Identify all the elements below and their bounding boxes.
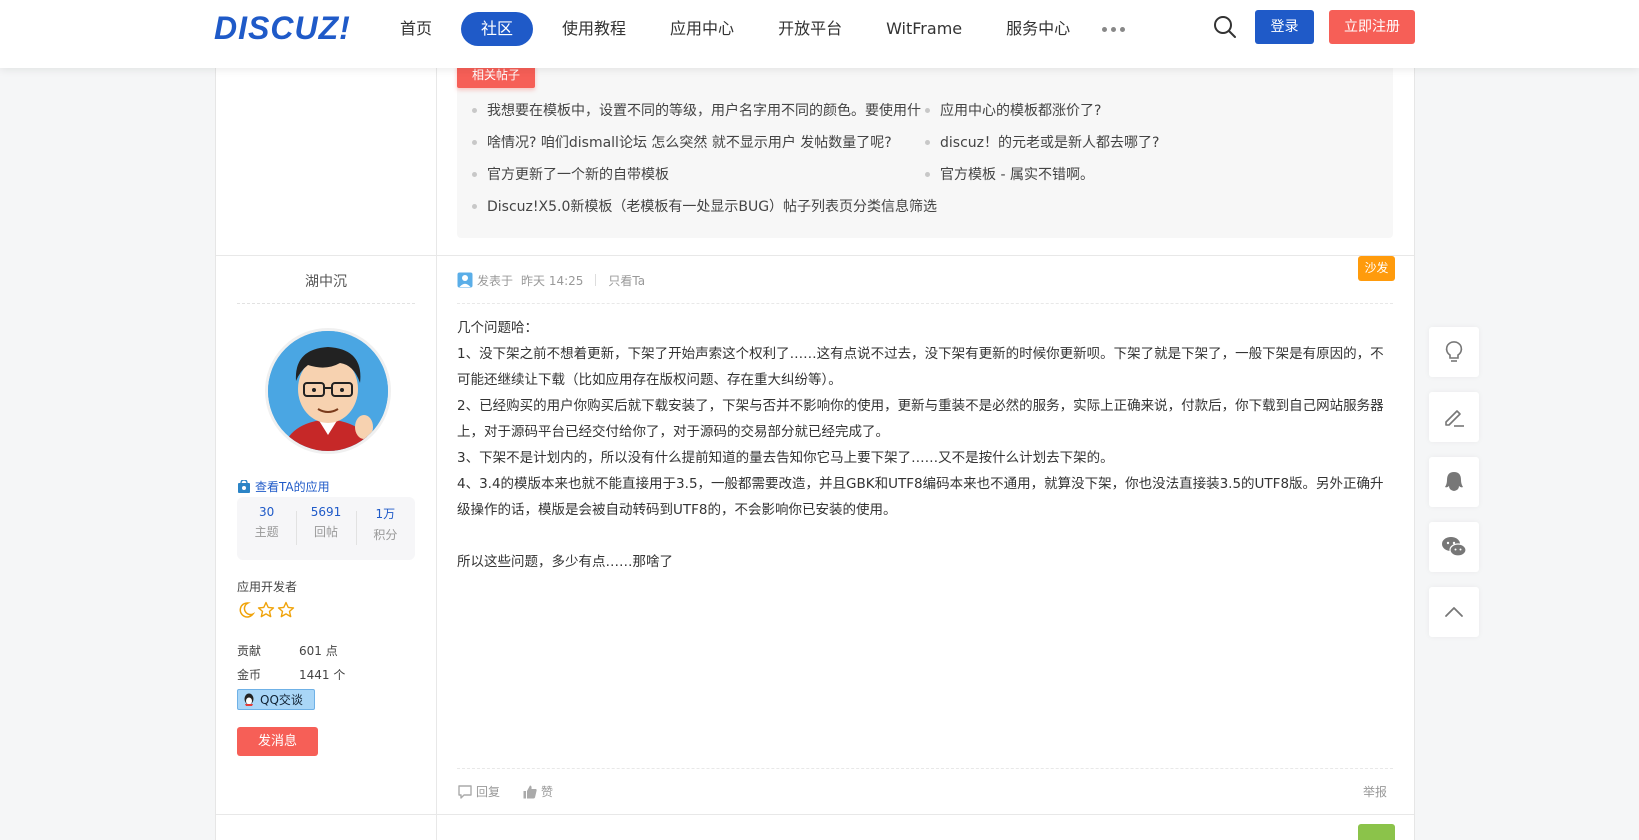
contribution-value: 601 点 [299,644,338,658]
coins-row: 金币 1441 个 [237,666,345,683]
coins-value: 1441 个 [299,668,346,682]
author-separator [237,303,415,304]
post-divider [216,814,1414,815]
stat-value: 30 [259,505,275,519]
like-label: 赞 [541,785,554,799]
post-meta: 发表于 昨天 14:25 只看Ta [457,271,645,289]
posted-label: 发表于 [477,273,514,288]
nav-app-center[interactable]: 应用中心 [655,12,749,46]
post-paragraph: 3、下架不是计划内的，所以没有什么提前知道的量去告知你它马上要下架了……又不是按… [457,450,1114,466]
floor-badge[interactable]: 沙发 [1358,256,1395,281]
like-button[interactable]: 赞 [522,783,553,800]
search-icon[interactable] [1211,13,1239,41]
stat-label: 回帖 [313,525,338,539]
nav-tutorials[interactable]: 使用教程 [547,12,641,46]
qq-penguin-icon [1445,472,1463,491]
chevron-up-icon [1445,607,1463,617]
post-paragraph: 几个问题哈： [457,320,538,336]
contribution-row: 贡献 601 点 [237,642,338,659]
more-icon[interactable] [1099,12,1127,46]
wechat-button[interactable] [1429,522,1479,572]
avatar[interactable] [265,328,391,454]
related-post-link[interactable]: 官方更新了一个新的自带模板 [472,164,669,184]
view-apps-link[interactable]: 查看TA的应用 [237,478,330,495]
register-button[interactable]: 立即注册 [1329,10,1415,44]
related-post-link[interactable]: 应用中心的模板都涨价了? [924,100,1101,120]
lightbulb-icon [1445,341,1463,362]
qq-chat-button[interactable]: QQ交谈 [237,689,315,710]
related-post-link[interactable]: Discuz!X5.0新模板（老模板有一处显示BUG）帖子列表页分类信息筛选 [471,196,937,216]
post-paragraph [457,523,1393,549]
stat-credits[interactable]: 1万 积分 [355,497,415,560]
nav-service-center[interactable]: 服务中心 [991,12,1085,46]
nav-home[interactable]: 首页 [385,12,447,46]
thread-container: 相关帖子 我想要在模板中，设置不同的等级，用户名字用不同的颜色。要使用什 应用中… [215,60,1415,840]
view-apps-label: 查看TA的应用 [255,480,330,494]
report-link[interactable]: 举报 [1363,783,1387,800]
moon-icon [239,602,255,618]
login-button[interactable]: 登录 [1255,10,1314,44]
pencil-icon [1445,410,1464,427]
post-divider [216,255,1414,256]
related-post-link[interactable]: 官方模板 - 属实不错啊。 [925,164,1094,184]
post-paragraph: 2、已经购买的用户你购买后就下载安装了，下架与否并不影响你的使用，更新与重装不是… [457,398,1384,440]
back-to-top-button[interactable] [1429,587,1479,637]
user-icon [457,272,473,288]
site-logo[interactable]: DISCUZ! [214,10,351,47]
actions-separator [457,768,1393,769]
stat-value: 1万 [375,507,396,521]
column-divider [436,60,437,840]
post-paragraph: 1、没下架之前不想着更新，下架了开始声索这个权利了……这有点说不过去，没下架有更… [457,346,1384,388]
author-name[interactable]: 湖中沉 [216,271,436,291]
stat-threads[interactable]: 30 主题 [237,497,296,560]
contribution-label: 贡献 [237,644,262,658]
related-post-link[interactable]: 啥情况? 咱们dismall论坛 怎么突然 就不显示用户 发帖数量了呢? [472,132,892,152]
star-icon [277,601,295,618]
edit-button[interactable] [1429,392,1479,442]
meta-divider [595,274,597,286]
rank-stars [237,601,295,619]
nav-witframe[interactable]: WitFrame [871,12,977,46]
stat-label: 主题 [254,525,279,539]
lightbulb-button[interactable] [1429,327,1479,377]
comment-icon [458,784,472,799]
user-rank: 应用开发者 [237,580,298,594]
nav-open-platform[interactable]: 开放平台 [763,12,857,46]
stat-value: 5691 [310,505,342,519]
reply-button[interactable]: 回复 [457,783,500,800]
author-stats: 30 主题 5691 回帖 1万 积分 [237,497,415,560]
qq-button[interactable] [1429,457,1479,507]
coins-label: 金币 [237,668,262,682]
post-content: 几个问题哈： 1、没下架之前不想着更新，下架了开始声索这个权利了……这有点说不过… [457,315,1393,575]
nav-community[interactable]: 社区 [461,12,534,46]
related-post-link[interactable]: discuz！的元老或是新人都去哪了? [924,132,1159,152]
post-paragraph: 4、3.4的模版本来也就不能直接用于3.5，一般都需要改造，并且GBK和UTF8… [457,476,1384,518]
next-floor-badge [1358,824,1395,840]
stat-label: 积分 [373,528,398,542]
qq-chat-label: QQ交谈 [260,693,303,707]
qq-penguin-icon [244,693,254,706]
meta-separator [457,303,1393,304]
star-icon [257,601,275,618]
post-paragraph: 所以这些问题，多少有点……那啥了 [457,554,673,570]
thumbs-up-icon [523,785,537,798]
app-bag-icon [238,479,250,493]
send-message-button[interactable]: 发消息 [237,727,318,756]
only-author-link[interactable]: 只看Ta [608,272,645,289]
top-navbar: DISCUZ! 首页 社区 使用教程 应用中心 开放平台 WitFrame 服务… [0,0,1639,68]
related-post-link[interactable]: 我想要在模板中，设置不同的等级，用户名字用不同的颜色。要使用什 [472,100,921,120]
main-nav: 首页 社区 使用教程 应用中心 开放平台 WitFrame 服务中心 [385,12,1127,46]
wechat-icon [1442,537,1467,557]
stat-replies[interactable]: 5691 回帖 [296,497,355,560]
post-time: 昨天 14:25 [521,273,584,288]
reply-label: 回复 [476,785,501,799]
